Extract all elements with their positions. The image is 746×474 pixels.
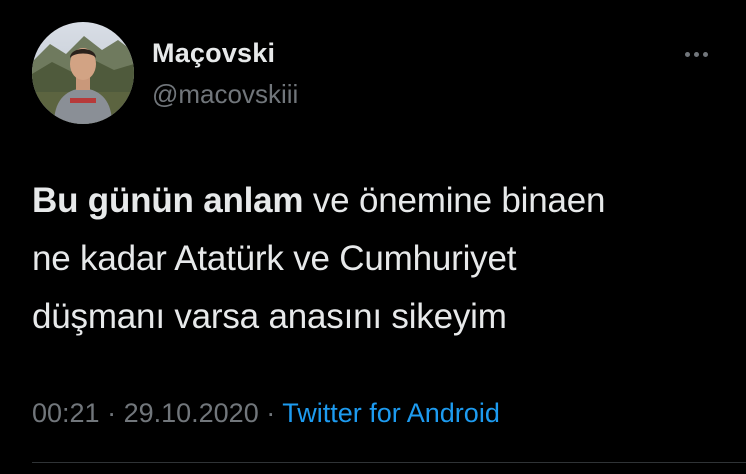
user-handle[interactable]: @macovskiii (152, 79, 298, 110)
tweet-meta: 00:21 · 29.10.2020 · Twitter for Android (32, 398, 500, 429)
tweet-text: Bu günün anlam ve önemine binaen ne kada… (32, 172, 722, 346)
tweet-date[interactable]: 29.10.2020 (124, 398, 259, 428)
avatar[interactable] (32, 22, 134, 124)
divider (32, 462, 746, 463)
display-name[interactable]: Maçovski (152, 38, 275, 69)
tweet-card: Maçovski @macovskiii Bu günün anlam ve ö… (0, 0, 746, 474)
more-icon[interactable] (676, 44, 716, 64)
avatar-photo (32, 22, 134, 124)
more-dot (702, 51, 708, 57)
tweet-text-line-1: Bu günün anlam ve önemine binaen (32, 172, 722, 230)
meta-separator: · (258, 398, 283, 428)
tweet-source-link[interactable]: Twitter for Android (282, 398, 500, 428)
tweet-time[interactable]: 00:21 (32, 398, 100, 428)
tweet-bold-text: Bu günün anlam (32, 181, 304, 220)
meta-separator: · (99, 398, 124, 428)
tweet-text-line-2: ne kadar Atatürk ve Cumhuriyet (32, 239, 517, 278)
more-dot (684, 51, 690, 57)
tweet-text-line-1-rest: ve önemine binaen (303, 181, 606, 220)
tweet-text-line-3: düşmanı varsa anasını sikeyim (32, 297, 507, 336)
more-dot (693, 51, 699, 57)
